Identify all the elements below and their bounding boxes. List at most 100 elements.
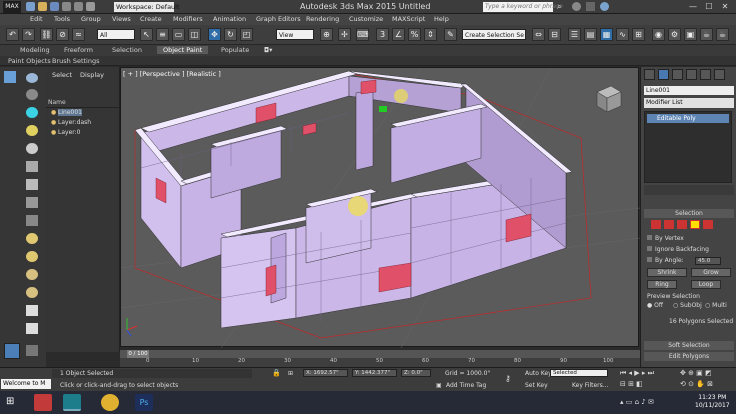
maximize-button[interactable]: ☐	[701, 1, 717, 13]
add-time-tag-button[interactable]: Add Time Tag	[446, 382, 486, 389]
paint-objects-panel[interactable]: Paint Objects	[8, 57, 51, 65]
menu-edit[interactable]: Edit	[30, 15, 43, 23]
link-icon[interactable]: ⛓	[40, 28, 53, 41]
rect-selection-icon[interactable]: ▭	[172, 28, 185, 41]
menu-help[interactable]: Help	[434, 15, 449, 23]
preview-subobj-radio[interactable]: ○ SubObj	[673, 302, 702, 309]
redo-tool-icon[interactable]: ↷	[22, 28, 35, 41]
layer-bulb-icon[interactable]: ●	[51, 109, 56, 116]
key-filters-button[interactable]: Key Filters...	[572, 382, 609, 389]
project-folder-icon[interactable]	[86, 2, 95, 11]
schematic-view-icon[interactable]: ⊞	[632, 28, 645, 41]
layer-explorer-icon[interactable]: ▤	[584, 28, 597, 41]
scene-explorer-icon[interactable]: ☰	[568, 28, 581, 41]
rotate-icon[interactable]: ↻	[224, 28, 237, 41]
utilities-tab-icon[interactable]	[714, 69, 725, 80]
app-logo[interactable]: MAX	[3, 1, 21, 13]
render-setup-icon[interactable]: ⚙	[668, 28, 681, 41]
undo-icon[interactable]	[62, 2, 71, 11]
absolute-mode-icon[interactable]: ⊞	[288, 370, 293, 377]
xrefs-filter-icon[interactable]	[26, 215, 38, 226]
redo-icon[interactable]	[74, 2, 83, 11]
select-manipulate-icon[interactable]: ✢	[338, 28, 351, 41]
edit-named-selection-icon[interactable]: ✎	[444, 28, 457, 41]
3dsmax-app-icon[interactable]	[63, 394, 81, 411]
loop-button[interactable]: Loop	[691, 280, 721, 289]
edit-polygons-rollout[interactable]: Edit Polygons	[644, 352, 734, 361]
viewport-label[interactable]: [ + ] [Perspective ] [Realistic ]	[123, 70, 221, 78]
pivot-icon[interactable]: ⊕	[320, 28, 333, 41]
stack-item-editable-poly[interactable]: Editable Poly	[647, 114, 729, 123]
key-mode-dropdown[interactable]: Selected	[550, 369, 608, 377]
vertex-mode-icon[interactable]	[651, 220, 661, 229]
preview-multi-radio[interactable]: ○ Multi	[705, 302, 727, 309]
search-icon[interactable]: ⌕	[557, 2, 566, 11]
mirror-icon[interactable]: ⇔	[532, 28, 545, 41]
system-tray-icons[interactable]: ▴ ▭ ⌂ ♪ ✉	[620, 398, 680, 408]
tab-selection[interactable]: Selection	[112, 46, 142, 54]
selection-rollout-header[interactable]: Selection	[644, 209, 734, 218]
tab-object-paint[interactable]: Object Paint	[157, 46, 209, 54]
angle-snap-icon[interactable]: ∠	[392, 28, 405, 41]
perspective-viewport[interactable]: [ + ] [Perspective ] [Realistic ]	[120, 67, 640, 348]
preview-off-radio[interactable]: ● Off	[647, 302, 663, 309]
menu-create[interactable]: Create	[140, 15, 162, 23]
menu-group[interactable]: Group	[81, 15, 101, 23]
time-tag-icon[interactable]: ▣	[436, 382, 442, 389]
render-production-icon[interactable]: ☕	[700, 28, 713, 41]
ignore-backfacing-checkbox[interactable]: Ignore Backfacing	[647, 246, 709, 253]
menu-views[interactable]: Views	[112, 15, 131, 23]
spinner-snap-icon[interactable]: ⇕	[424, 28, 437, 41]
select-by-name-icon[interactable]: ≡	[156, 28, 169, 41]
maxscript-listener[interactable]: Welcome to M	[1, 379, 51, 389]
select-object-icon[interactable]: ↖	[140, 28, 153, 41]
filter-icon[interactable]	[26, 73, 38, 83]
reference-coord-dropdown[interactable]: View	[276, 29, 314, 40]
bind-space-warp-icon[interactable]: ≈	[72, 28, 85, 41]
menu-tools[interactable]: Tools	[54, 15, 70, 23]
exchange-icon[interactable]	[586, 2, 595, 11]
frozen-filter-icon[interactable]	[26, 269, 38, 280]
render-iterative-icon[interactable]: ☕	[716, 28, 729, 41]
soft-selection-rollout[interactable]: Soft Selection	[644, 341, 734, 350]
key-icon[interactable]: ⚷	[505, 374, 511, 383]
element-mode-icon[interactable]	[703, 220, 713, 229]
polygon-mode-icon[interactable]	[690, 220, 700, 229]
windows-start-icon[interactable]: ⊞	[6, 396, 18, 408]
user-icon[interactable]	[572, 2, 581, 11]
new-file-icon[interactable]	[26, 2, 35, 11]
selection-filter-dropdown[interactable]: All	[97, 29, 135, 40]
material-editor-icon[interactable]: ◉	[652, 28, 665, 41]
window-crossing-icon[interactable]: ◫	[188, 28, 201, 41]
ring-button[interactable]: Ring	[647, 280, 677, 289]
create-tab-icon[interactable]	[644, 69, 655, 80]
helpers-filter-icon[interactable]	[26, 161, 38, 172]
list-item[interactable]: Layer:dash	[58, 119, 91, 126]
tab-modeling[interactable]: Modeling	[20, 46, 50, 54]
menu-maxscript[interactable]: MAXScript	[392, 15, 425, 23]
cameras-filter-icon[interactable]	[26, 143, 38, 154]
scene-canvas[interactable]	[121, 68, 640, 348]
time-config-icons[interactable]: ⊟ ⊞ ◧	[620, 380, 643, 388]
undo-tool-icon[interactable]: ↶	[6, 28, 19, 41]
menu-graph-editors[interactable]: Graph Editors	[256, 15, 301, 23]
curve-editor-icon[interactable]: ∿	[616, 28, 629, 41]
search-input[interactable]: Type a keyword or phrase	[483, 2, 563, 12]
space-warps-filter-icon[interactable]	[26, 179, 38, 190]
geometry-filter-icon[interactable]	[26, 89, 38, 100]
by-vertex-checkbox[interactable]: By Vertex	[647, 235, 684, 242]
menu-rendering[interactable]: Rendering	[306, 15, 339, 23]
hierarchy-tab-icon[interactable]	[672, 69, 683, 80]
time-slider-track[interactable]	[120, 350, 640, 358]
chrome-app-icon[interactable]	[101, 394, 119, 411]
ribbon-options-icon[interactable]: ◘▾	[264, 46, 272, 54]
taskbar-clock[interactable]: 11:23 PM 10/11/2017	[695, 394, 730, 410]
menu-customize[interactable]: Customize	[349, 15, 383, 23]
layer-bulb-icon[interactable]: ●	[51, 119, 56, 126]
select-none-icon[interactable]	[26, 323, 38, 334]
menu-animation[interactable]: Animation	[213, 15, 246, 23]
x-coordinate-field[interactable]: X: 1692.57"	[303, 369, 348, 377]
set-key-button[interactable]: Set Key	[525, 382, 548, 389]
snap-3d-icon[interactable]: 3	[376, 28, 389, 41]
angle-input[interactable]: 45.0	[695, 257, 721, 265]
